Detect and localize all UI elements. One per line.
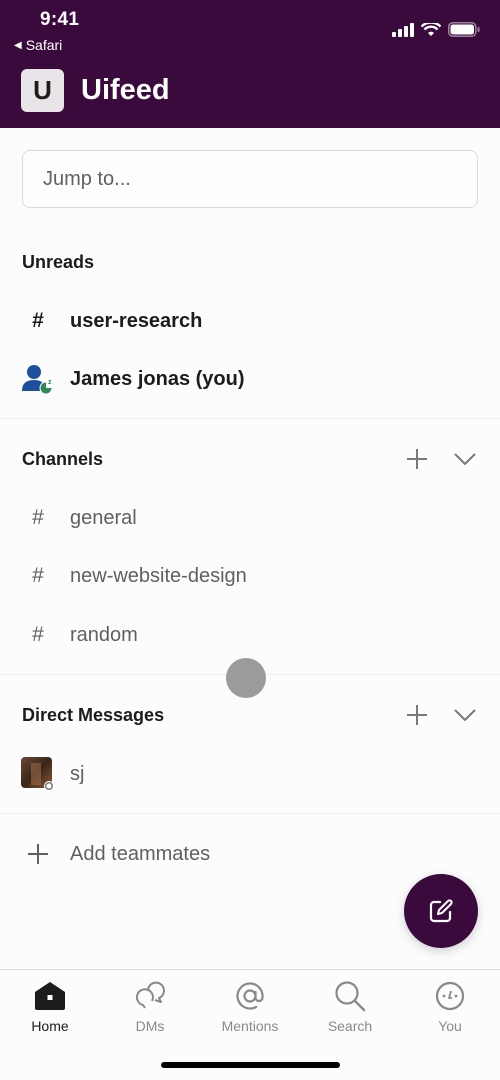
status-icons: [392, 22, 480, 37]
unreads-heading: Unreads: [22, 252, 95, 272]
tab-label: You: [438, 1018, 462, 1034]
tab-label: Mentions: [221, 1018, 279, 1034]
direct-messages-heading[interactable]: Direct Messages: [22, 705, 164, 726]
channel-item-new-website-design[interactable]: # new-website-design: [0, 551, 500, 601]
status-time: 9:41: [40, 9, 80, 30]
app-header: 9:41 ◀ Safari U Uifeed: [0, 0, 500, 128]
add-teammates-button[interactable]: Add teammates: [0, 829, 500, 879]
unread-dm-self[interactable]: z James jonas (you): [0, 354, 500, 404]
dms-icon: [134, 978, 166, 1014]
home-icon: [34, 978, 66, 1014]
workspace-switcher[interactable]: U Uifeed: [21, 69, 170, 112]
tab-mentions[interactable]: Mentions: [200, 978, 300, 1034]
back-to-safari[interactable]: ◀ Safari: [14, 37, 62, 53]
dm-item-sj[interactable]: sj: [0, 749, 500, 799]
wifi-icon: [421, 22, 441, 36]
avatar: [0, 757, 70, 791]
compose-icon: [429, 899, 453, 923]
svg-text:z: z: [48, 379, 52, 386]
jump-to-field[interactable]: [22, 150, 478, 208]
compose-button[interactable]: [404, 874, 478, 948]
channel-name: new-website-design: [70, 564, 247, 587]
channel-item-general[interactable]: # general: [0, 493, 500, 543]
search-icon: [334, 978, 366, 1014]
dm-name: James jonas (you): [70, 367, 245, 390]
collapse-dms-chevron-down-icon[interactable]: [452, 702, 478, 728]
touch-indicator: [226, 658, 266, 698]
you-face-icon: [435, 978, 465, 1014]
at-sign-icon: [235, 978, 265, 1014]
tab-label: DMs: [135, 1018, 165, 1034]
section-divider: [0, 418, 500, 419]
dm-actions: [404, 702, 478, 728]
battery-icon: [448, 22, 480, 37]
collapse-channels-chevron-down-icon[interactable]: [452, 446, 478, 472]
hash-icon: #: [32, 309, 44, 332]
tab-you[interactable]: You: [400, 978, 500, 1034]
workspace-logo: U: [21, 69, 64, 112]
channels-actions: [404, 446, 478, 472]
channel-item-random[interactable]: # random: [0, 610, 500, 660]
jump-to-input[interactable]: [23, 151, 477, 207]
workspace-name: Uifeed: [81, 74, 170, 106]
add-teammates-label: Add teammates: [70, 842, 211, 865]
back-app-label: Safari: [25, 37, 63, 53]
tab-search[interactable]: Search: [300, 978, 400, 1034]
tab-dms[interactable]: DMs: [100, 978, 200, 1034]
channels-heading[interactable]: Channels: [22, 449, 103, 470]
user-away-icon: z: [0, 363, 70, 395]
section-divider: [0, 813, 500, 814]
hash-icon: #: [32, 506, 44, 529]
add-dm-icon[interactable]: [404, 702, 430, 728]
hash-icon: #: [32, 564, 44, 587]
signal-icon: [392, 22, 414, 37]
back-triangle-icon: ◀: [14, 39, 22, 51]
tab-home[interactable]: Home: [0, 978, 100, 1034]
tab-label: Home: [31, 1018, 69, 1034]
hash-icon: #: [32, 623, 44, 646]
unread-channel-user-research[interactable]: # user-research: [0, 296, 500, 346]
tab-label: Search: [327, 1018, 373, 1034]
add-channel-icon[interactable]: [404, 446, 430, 472]
channel-name: user-research: [70, 309, 203, 332]
home-indicator[interactable]: [161, 1062, 340, 1068]
dm-name: sj: [70, 762, 85, 785]
plus-icon: [0, 844, 70, 864]
channel-name: random: [70, 623, 138, 646]
channel-name: general: [70, 506, 137, 529]
